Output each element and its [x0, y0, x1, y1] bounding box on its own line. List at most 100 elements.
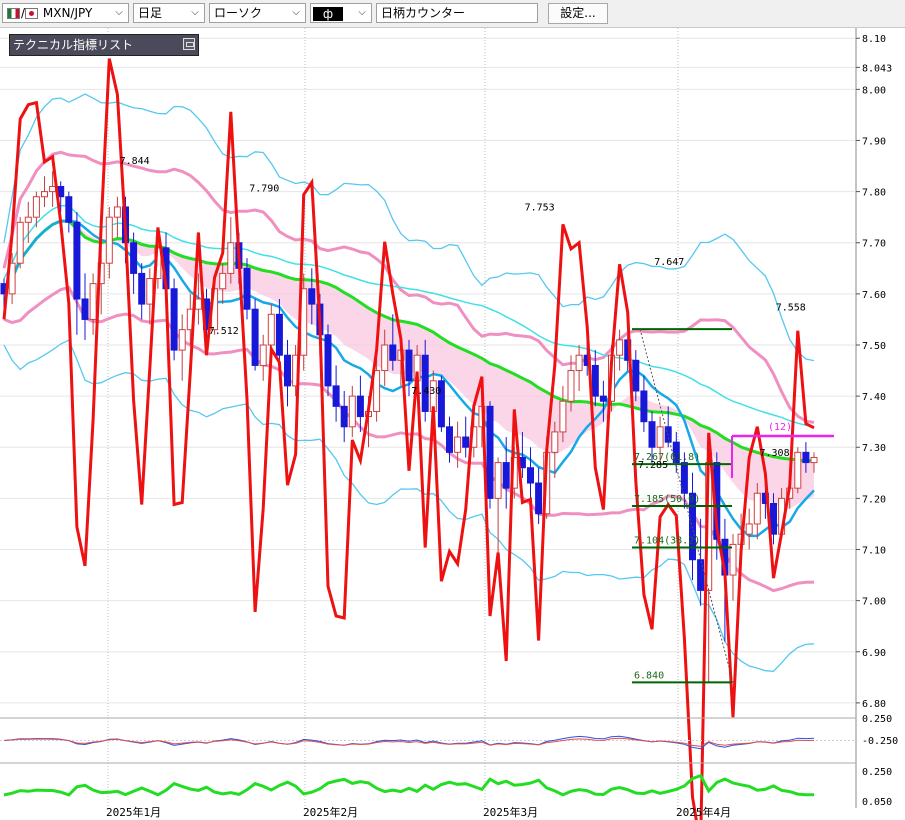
price-tick-label: 8.10: [862, 34, 886, 45]
chart-style-select[interactable]: ローソク ⌵: [209, 3, 306, 23]
month-label: 2025年1月: [106, 805, 161, 819]
bull-candle: [810, 456, 818, 464]
time-axis: 2025年1月 2025年2月 2025年3月 2025年4月: [106, 805, 731, 819]
bear-candle: [648, 421, 656, 448]
price-annotation: 7.790: [249, 184, 279, 195]
bear-candle: [591, 364, 599, 397]
price-chart[interactable]: 7.267(61.8)7.185(50.0)7.104(38.2)6.840(1…: [0, 28, 905, 820]
price-tick-label: 7.30: [862, 443, 886, 454]
bull-candle: [194, 298, 202, 310]
price-annotation: 7.647: [654, 257, 684, 268]
color-swatch: ф: [313, 6, 343, 21]
color-theme-select[interactable]: ф ⌵: [310, 3, 372, 23]
technical-indicator-list-panel[interactable]: テクニカル指標リスト: [9, 34, 199, 56]
price-annotation: 7.430: [411, 386, 441, 397]
day-counter-label: 日柄カウンター: [381, 6, 466, 20]
bear-candle: [421, 354, 429, 412]
bear-candle: [65, 196, 73, 223]
bull-candle: [49, 185, 57, 193]
bear-candle: [527, 467, 534, 484]
bull-candle: [89, 283, 97, 320]
chart-grid: [0, 28, 855, 808]
price-annotation: 7.844: [120, 156, 150, 167]
price-tick-label: 7.20: [862, 494, 886, 505]
bull-candle: [105, 216, 113, 264]
bull-candle: [454, 436, 462, 453]
bull-candle: [616, 339, 624, 356]
bull-candle: [41, 191, 48, 198]
chart-style-label: ローソク: [214, 6, 263, 20]
bear-candle: [251, 308, 259, 366]
bull-candle: [24, 216, 32, 223]
currency-pair-select[interactable]: / MXN/JPY ⌵: [2, 3, 129, 23]
bear-candle: [535, 482, 543, 515]
bear-candle: [486, 405, 494, 499]
sub-pane-tick-label: 0.250: [862, 767, 892, 778]
bear-candle: [405, 349, 413, 382]
chevron-down-icon: ⌵: [115, 7, 123, 18]
bear-candle: [243, 267, 251, 310]
bull-candle: [575, 354, 583, 372]
bull-candle: [745, 523, 753, 535]
mexico-flag-icon: [7, 8, 20, 19]
price-annotation: 7.285: [638, 460, 668, 471]
bull-candle: [794, 451, 802, 489]
fibonacci-level-label: 6.840: [634, 670, 664, 681]
toolbar: / MXN/JPY ⌵ 日足 ⌵ ローソク ⌵ ф ⌵ 日柄カウンター 設定..…: [0, 0, 905, 28]
bull-candle: [227, 242, 235, 274]
day-counter-field[interactable]: 日柄カウンター: [376, 3, 538, 23]
bear-candle: [73, 221, 81, 300]
sub-indicator-panels: 0.250 -0.250 0.250 0.050: [0, 714, 898, 808]
day-count-label: (12): [768, 422, 792, 433]
bull-candle: [494, 462, 502, 499]
bear-candle: [389, 344, 397, 361]
price-tick-label: 7.00: [862, 597, 886, 608]
price-annotation: 7.753: [525, 203, 555, 214]
japan-flag-icon: [25, 8, 39, 19]
bear-candle: [632, 359, 640, 392]
bear-candle: [502, 462, 510, 489]
price-tick-label: 7.40: [862, 392, 886, 403]
chevron-down-icon: ⌵: [191, 7, 199, 18]
fibonacci-level-label: 7.104(38.2): [634, 535, 700, 546]
bear-candle: [770, 502, 777, 535]
bear-candle: [130, 242, 138, 274]
timeframe-select[interactable]: 日足 ⌵: [133, 3, 205, 23]
price-tick-label: 7.50: [862, 341, 886, 352]
bear-candle: [308, 288, 316, 305]
bull-candle: [373, 370, 381, 412]
bear-candle: [640, 390, 648, 423]
bull-candle: [16, 221, 24, 264]
price-tick-label: 7.70: [862, 239, 886, 250]
bull-candle: [178, 329, 186, 351]
bull-candle: [113, 206, 121, 218]
bear-candle: [170, 288, 178, 351]
chevron-down-icon: ⌵: [358, 7, 366, 18]
sub-pane-tick-label: -0.250: [862, 736, 898, 747]
fibonacci-level-label: 7.185(50.0): [634, 494, 700, 505]
price-annotation: 7.558: [776, 302, 806, 313]
bull-candle: [219, 272, 227, 290]
bear-candle: [446, 426, 453, 453]
technical-indicator-list-title: テクニカル指標リスト: [13, 38, 134, 52]
bull-candle: [32, 196, 40, 218]
bull-candle: [146, 278, 154, 305]
bear-candle: [802, 451, 810, 464]
timeframe-label: 日足: [138, 6, 163, 20]
bear-candle: [138, 272, 146, 305]
bear-candle: [340, 405, 348, 428]
restore-window-icon[interactable]: [183, 38, 195, 50]
sub-pane-tick-label: 0.050: [862, 797, 892, 808]
bull-candle: [267, 313, 275, 346]
price-annotation: 7.308: [760, 448, 790, 459]
bear-candle: [462, 436, 470, 448]
settings-button[interactable]: 設定...: [548, 3, 608, 24]
price-tick-label: 7.60: [862, 290, 886, 301]
bull-candle: [656, 426, 664, 448]
price-tick-label: 6.80: [862, 699, 886, 710]
price-tick-label: 7.90: [862, 136, 886, 147]
signal-line: [3, 737, 815, 747]
bear-candle: [275, 313, 283, 356]
chevron-down-icon: ⌵: [292, 7, 300, 18]
bear-candle: [697, 559, 705, 591]
